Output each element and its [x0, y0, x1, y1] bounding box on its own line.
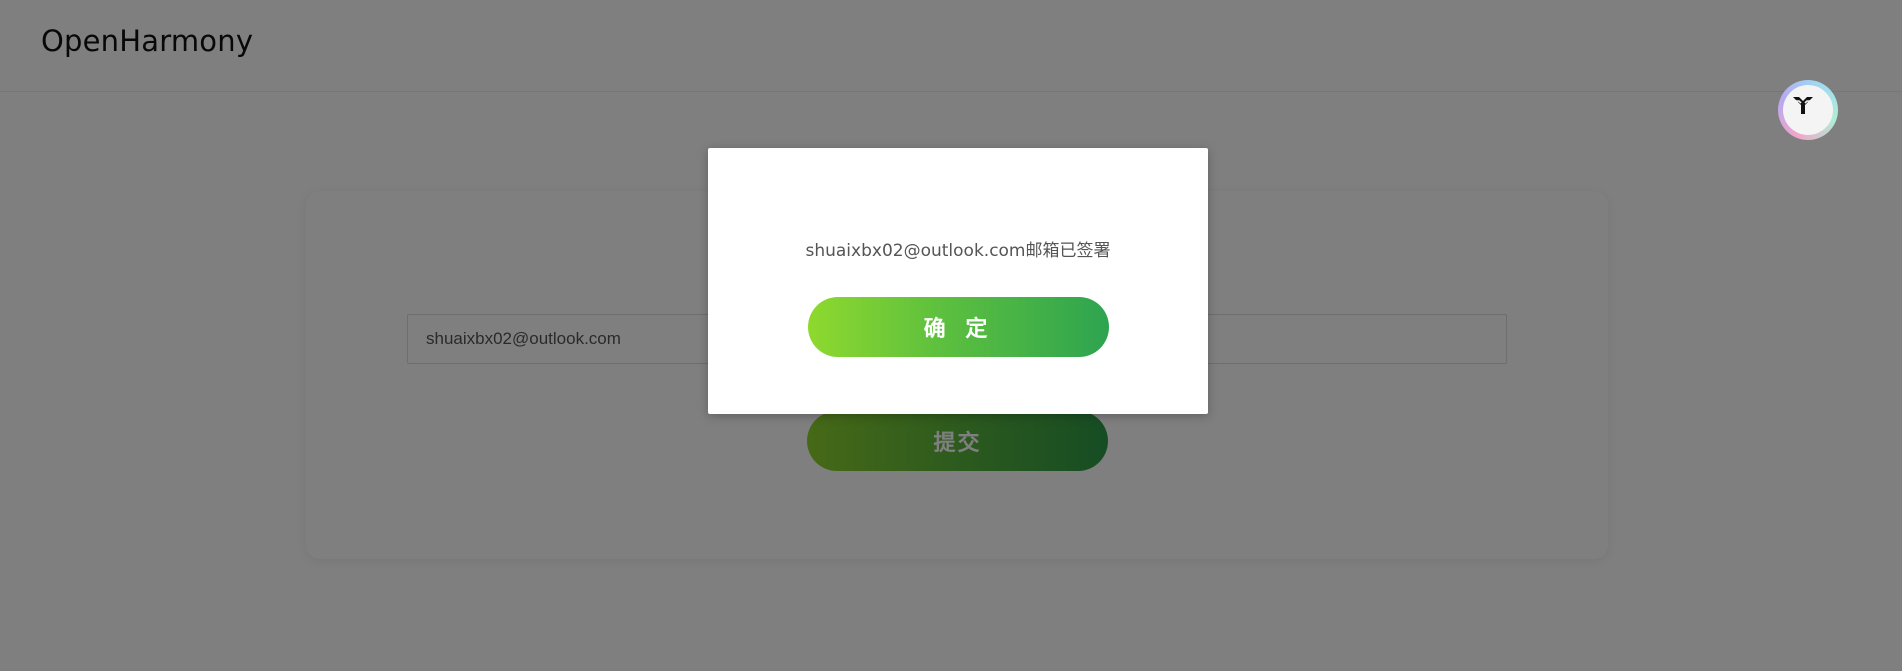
confirm-button[interactable]: 确 定: [808, 297, 1109, 357]
assistant-logo-icon: [1793, 97, 1813, 114]
assistant-button[interactable]: [1778, 80, 1838, 140]
dialog-message: shuaixbx02@outlook.com邮箱已签署: [805, 241, 1111, 261]
alert-dialog: shuaixbx02@outlook.com邮箱已签署 确 定: [708, 148, 1208, 414]
